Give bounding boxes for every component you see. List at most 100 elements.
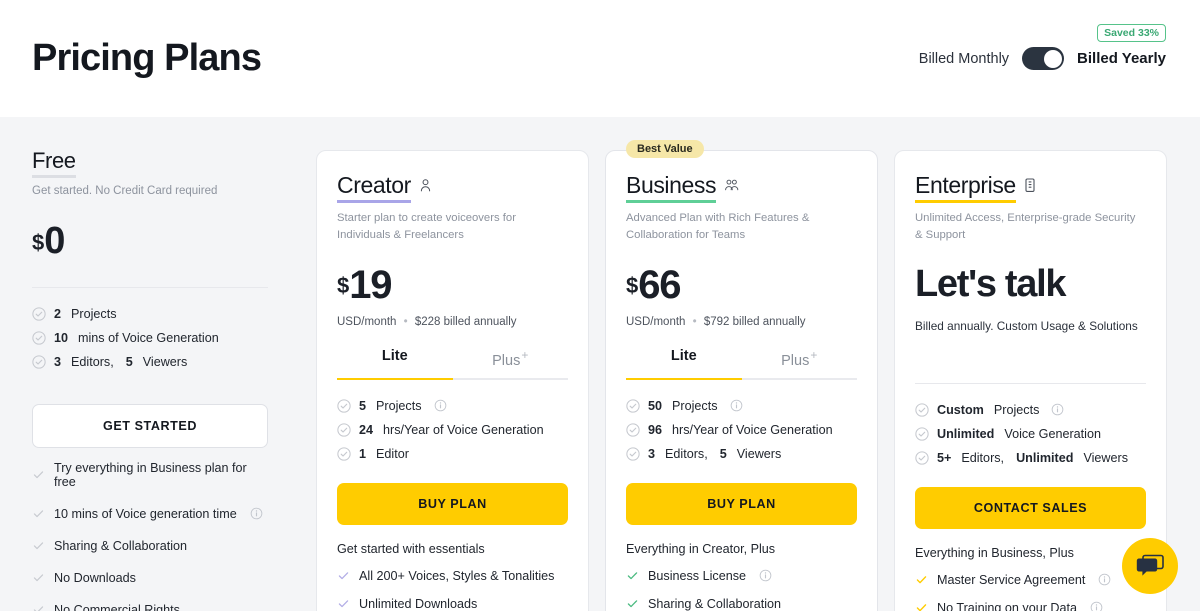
sub-list-heading-business: Everything in Creator, Plus	[626, 541, 776, 556]
feature-list-free: 2 Projects 10 mins of Voice Generation 3…	[32, 288, 268, 374]
billed-monthly-label[interactable]: Billed Monthly	[919, 51, 1009, 67]
plus-sign-icon: +	[521, 347, 529, 362]
sub-list-heading-enterprise: Everything in Business, Plus	[915, 545, 1074, 560]
info-icon[interactable]	[1090, 601, 1103, 611]
list-item-label: Business License	[648, 568, 747, 583]
feature-label-2: Viewers	[1083, 450, 1129, 465]
buy-plan-button-creator[interactable]: BUY PLAN	[337, 482, 568, 525]
feature-row: 2 Projects	[32, 302, 268, 326]
billed-annually-note: $228 billed annually	[414, 315, 517, 328]
list-item-label: Sharing & Collaboration	[648, 596, 782, 611]
page-title: Pricing Plans	[32, 37, 262, 79]
list-item-label: Try everything in Business plan for free	[54, 460, 247, 489]
plan-card-enterprise: Enterprise Unlimited Access, Enterprise-…	[894, 150, 1167, 611]
chat-bubble-icon	[1136, 554, 1164, 576]
check-circle-icon	[915, 427, 929, 441]
feature-row: 5+ Editors, Unlimited Viewers	[915, 446, 1146, 470]
price-amount: 0	[44, 219, 65, 262]
pricing-page: Pricing Plans Billed Monthly Saved 33% B…	[0, 0, 1200, 611]
contact-sales-button[interactable]: CONTACT SALES	[915, 486, 1146, 529]
plan-header-business: Business	[626, 173, 857, 204]
tab-plus[interactable]: Plus+	[742, 348, 858, 378]
separator-dot: •	[403, 315, 408, 328]
feature-value: 1	[359, 446, 367, 461]
price-period: USD/month	[337, 315, 397, 328]
feature-row: 24 hrs/Year of Voice Generation	[337, 418, 568, 442]
plan-card-business: Best Value Business Advanced Plan with R…	[605, 140, 878, 611]
plan-subtitle-enterprise: Unlimited Access, Enterprise-grade Secur…	[915, 212, 1136, 241]
feature-row: Unlimited Voice Generation	[915, 422, 1146, 446]
price-amount: 19	[349, 262, 392, 307]
check-circle-icon	[337, 399, 351, 413]
plus-sign-icon: +	[810, 347, 818, 362]
people-icon	[725, 179, 739, 191]
feature-label: Editor	[376, 446, 409, 461]
billing-period-toggle[interactable]	[1022, 47, 1065, 70]
feature-label: mins of Voice Generation	[78, 330, 219, 345]
feature-label-2: Viewers	[736, 446, 782, 461]
plan-price-creator: $ 19	[337, 265, 568, 305]
plan-card-creator: Creator Starter plan to create voiceover…	[316, 150, 589, 611]
check-icon	[916, 576, 927, 584]
info-icon[interactable]	[730, 399, 743, 412]
sub-feature-list-free: Try everything in Business plan for free…	[32, 448, 268, 611]
feature-list-business: 50 Projects 96 hrs/Year of Voice Generat…	[626, 380, 857, 466]
check-icon	[33, 510, 44, 518]
billed-yearly-label[interactable]: Saved 33% Billed Yearly	[1077, 24, 1166, 67]
info-icon[interactable]	[1051, 403, 1064, 416]
plan-tier-tabs-business: Lite Plus+	[626, 348, 857, 378]
sub-feature-list-creator: All 200+ Voices, Styles & Tonalities Unl…	[337, 556, 568, 611]
tab-plus[interactable]: Plus+	[453, 348, 569, 378]
get-started-button[interactable]: GET STARTED	[32, 403, 268, 448]
feature-label: hrs/Year of Voice Generation	[383, 422, 544, 437]
info-icon[interactable]	[250, 507, 263, 520]
check-circle-icon	[626, 423, 640, 437]
info-icon[interactable]	[1098, 573, 1111, 586]
list-item-label: No Training on your Data	[937, 600, 1078, 611]
tab-lite[interactable]: Lite	[337, 348, 453, 378]
tab-lite[interactable]: Lite	[626, 348, 742, 378]
check-circle-icon	[337, 447, 351, 461]
plan-subtitle-business: Advanced Plan with Rich Features & Colla…	[626, 212, 810, 241]
price-note-creator: USD/month • $228 billed annually	[337, 316, 568, 328]
currency-symbol: $	[626, 272, 639, 298]
feature-value: 2	[54, 306, 62, 321]
info-icon[interactable]	[434, 399, 447, 412]
list-item: No Commercial Rights	[32, 594, 268, 611]
plans-container: Free Get started. No Credit Card require…	[0, 117, 1200, 611]
check-icon	[338, 572, 349, 580]
feature-row: Custom Projects	[915, 398, 1146, 422]
plan-header-enterprise: Enterprise	[915, 173, 1146, 204]
feature-row: 96 hrs/Year of Voice Generation	[626, 418, 857, 442]
saved-badge: Saved 33%	[1097, 24, 1166, 42]
price-note-business: USD/month • $792 billed annually	[626, 316, 857, 328]
check-circle-icon	[337, 423, 351, 437]
list-item-label: 10 mins of Voice generation time	[54, 506, 237, 521]
list-item: Try everything in Business plan for free	[32, 452, 268, 498]
check-circle-icon	[915, 403, 929, 417]
info-icon[interactable]	[759, 569, 772, 582]
feature-label: Editors,	[71, 354, 114, 369]
feature-row: 1 Editor	[337, 442, 568, 466]
feature-value-2: 5	[719, 446, 727, 461]
check-icon	[916, 604, 927, 611]
check-icon	[33, 471, 44, 479]
price-period: USD/month	[626, 315, 686, 328]
list-item: Sharing & Collaboration	[32, 530, 268, 562]
check-circle-icon	[915, 451, 929, 465]
sub-feature-list-business: Business License Sharing & Collaboration…	[626, 556, 857, 611]
buy-plan-button-business[interactable]: BUY PLAN	[626, 482, 857, 525]
separator-dot: •	[692, 315, 697, 328]
tab-active-indicator	[337, 377, 453, 380]
billing-toggle-group: Billed Monthly Saved 33% Billed Yearly	[919, 24, 1166, 70]
chat-widget-button[interactable]	[1122, 538, 1178, 594]
sub-list-heading-creator: Get started with essentials	[337, 541, 485, 556]
price-note-enterprise: Billed annually. Custom Usage & Solution…	[915, 318, 1138, 333]
feature-value: 96	[648, 422, 663, 437]
plan-column-business: Best Value Business Advanced Plan with R…	[605, 139, 878, 611]
feature-value: 5+	[937, 450, 952, 465]
feature-row: 5 Projects	[337, 394, 568, 418]
list-item: Sharing & Collaboration	[626, 590, 857, 611]
billed-yearly-text: Billed Yearly	[1077, 50, 1166, 67]
plan-header-creator: Creator	[337, 173, 568, 204]
